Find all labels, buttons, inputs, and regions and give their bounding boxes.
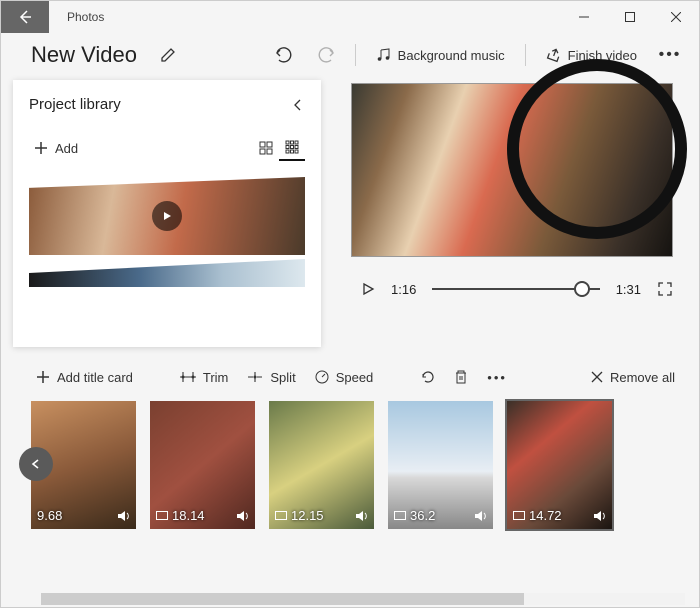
- play-button[interactable]: [361, 282, 375, 296]
- rotate-icon: [419, 369, 435, 385]
- grid-small-button[interactable]: [279, 135, 305, 161]
- duration-icon: [394, 511, 406, 521]
- library-clip-1[interactable]: [29, 177, 305, 255]
- clip-more-button[interactable]: •••: [483, 360, 511, 394]
- volume-icon: [116, 509, 130, 523]
- maximize-button[interactable]: [607, 1, 653, 33]
- scrollbar-thumb[interactable]: [41, 593, 524, 605]
- plus-icon: [33, 140, 49, 156]
- volume-icon: [235, 509, 249, 523]
- clip-5[interactable]: 14.72: [507, 401, 612, 529]
- project-title[interactable]: New Video: [31, 42, 137, 68]
- add-title-card-button[interactable]: Add title card: [31, 360, 137, 394]
- duration-icon: [513, 511, 525, 521]
- trash-icon: [453, 369, 469, 385]
- separator: [525, 44, 526, 66]
- trim-button[interactable]: Trim: [175, 360, 233, 394]
- library-clip-2[interactable]: [29, 259, 305, 287]
- library-title: Project library: [29, 96, 121, 113]
- add-label: Add: [55, 141, 78, 156]
- clip-2[interactable]: 18.14: [150, 401, 255, 529]
- project-library-panel: Project library Add: [13, 80, 321, 347]
- wheel-graphic: [507, 59, 687, 239]
- total-time: 1:31: [616, 282, 641, 297]
- volume-icon: [354, 509, 368, 523]
- volume-icon: [473, 509, 487, 523]
- play-icon: [152, 201, 182, 231]
- remove-all-button[interactable]: Remove all: [586, 360, 679, 394]
- horizontal-scrollbar[interactable]: [41, 593, 685, 605]
- background-music-button[interactable]: Background music: [368, 38, 513, 72]
- speed-icon: [314, 369, 330, 385]
- separator: [355, 44, 356, 66]
- duration-icon: [156, 511, 168, 521]
- scroll-left-button[interactable]: [19, 447, 53, 481]
- share-icon: [546, 47, 562, 63]
- music-icon: [376, 47, 392, 63]
- app-title: Photos: [67, 10, 561, 24]
- edit-title-icon[interactable]: [151, 38, 185, 72]
- speed-button[interactable]: Speed: [310, 360, 378, 394]
- clip-4[interactable]: 36.2: [388, 401, 493, 529]
- plus-icon: [35, 369, 51, 385]
- main-content: Project library Add: [1, 77, 699, 347]
- current-time: 1:16: [391, 282, 416, 297]
- rotate-button[interactable]: [415, 360, 439, 394]
- volume-icon: [592, 509, 606, 523]
- bg-music-label: Background music: [398, 48, 505, 63]
- redo-button[interactable]: [309, 38, 343, 72]
- seek-knob[interactable]: [574, 281, 590, 297]
- collapse-library-button[interactable]: [291, 98, 305, 112]
- window-controls: [561, 1, 699, 33]
- duration-icon: [275, 511, 287, 521]
- add-media-button[interactable]: Add: [29, 131, 82, 165]
- preview-frame[interactable]: [351, 83, 673, 257]
- preview-panel: 1:16 1:31: [321, 77, 699, 347]
- close-button[interactable]: [653, 1, 699, 33]
- fullscreen-button[interactable]: [657, 281, 673, 297]
- clip-3[interactable]: 12.15: [269, 401, 374, 529]
- split-icon: [246, 370, 264, 384]
- storyboard-clips: 9.68 18.14 12.15 36.2 14.72: [1, 401, 699, 539]
- trim-icon: [179, 370, 197, 384]
- delete-button[interactable]: [449, 360, 473, 394]
- storyboard-toolbar: Add title card Trim Split Speed ••• Remo…: [1, 353, 699, 401]
- grid-large-button[interactable]: [253, 135, 279, 161]
- undo-button[interactable]: [267, 38, 301, 72]
- close-icon: [590, 370, 604, 384]
- split-button[interactable]: Split: [242, 360, 299, 394]
- minimize-button[interactable]: [561, 1, 607, 33]
- more-button[interactable]: •••: [653, 38, 687, 72]
- back-button[interactable]: [1, 1, 49, 33]
- titlebar: Photos: [1, 1, 699, 33]
- seek-slider[interactable]: [432, 288, 599, 290]
